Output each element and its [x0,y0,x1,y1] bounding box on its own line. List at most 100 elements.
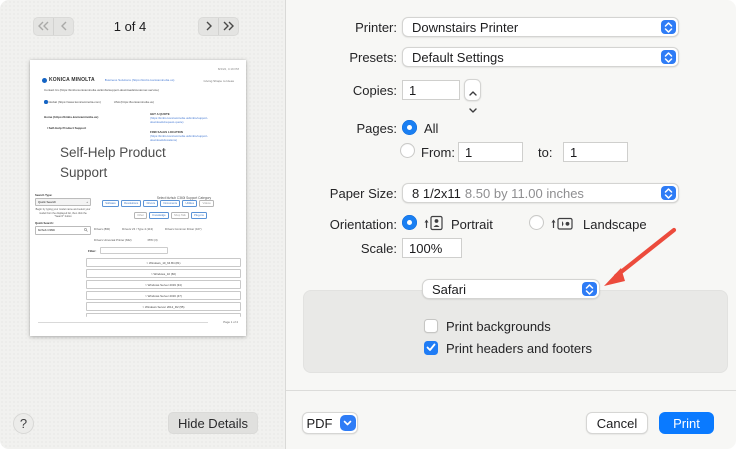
preview-timestamp: 8/4/22, 4:19 PM [218,67,239,71]
category-button: Videos [199,200,214,207]
portrait-orientation-icon [423,215,445,236]
print-headers-checkbox[interactable] [424,341,438,355]
list-item: > Windows_10_64 Bit (81) [86,258,241,267]
paper-size-detail: 8.50 by 11.00 inches [465,186,584,201]
help-button[interactable]: ? [13,413,34,434]
preview-footer-url [38,322,208,323]
list-item-partial [86,313,241,317]
up-down-chevrons-icon [661,20,676,34]
quick-search-field: bizhub C360i [35,226,91,235]
preview-global-link: Global (https://www.konicaminolta.com) U… [44,100,154,104]
preview-brand-row: KONICA MINOLTA Business Solutions (https… [42,77,174,83]
red-annotation-arrow [588,224,683,296]
preview-sidebar: Search Type: Quick Search ÷ Begin by typ… [35,193,91,235]
category-button: Knowledge [149,212,169,219]
preview-title: Self-Help Product Support [60,143,180,183]
portrait-label: Portrait [451,217,493,232]
print-button[interactable]: Print [659,412,714,434]
list-item: > Windows Server 2016 (47) [86,291,241,300]
printer-dropdown[interactable]: Downstairs Printer [402,17,679,37]
category-button: Software [102,200,119,207]
presets-dropdown[interactable]: Default Settings [402,47,679,67]
category-buttons-row2: Other Knowledge Shop Talk Plug-ins [134,212,207,219]
page-indicator: 1 of 4 [90,19,170,34]
copies-stepper[interactable] [464,79,481,101]
preview-brand: KONICA MINOLTA [49,77,95,83]
search-type-select: Quick Search ÷ [35,198,91,206]
orientation-label: Orientation: [282,217,397,232]
sidebar-help-text: Begin by typing your model name and sele… [35,208,91,218]
scale-input[interactable]: 100% [402,238,462,258]
pages-from-input[interactable]: 1 [458,142,523,162]
pdf-dropdown-button[interactable]: PDF [302,412,358,434]
app-section-dropdown[interactable]: Safari [422,279,600,299]
category-button: Plug-ins [191,212,207,219]
preview-contact-link: Contact Us (https://kmbs.konicaminolta.u… [44,88,159,92]
filter-label: Filter: [88,249,96,253]
pages-all-label: All [424,121,438,136]
chevron-up-icon [469,83,477,101]
next-page-button[interactable] [199,18,218,35]
preview-home-link: Home (https://kmbs.konicaminolta.us) [44,115,98,119]
category-button: Resolutions [121,200,141,207]
preview-breadcrumb: / Self-Help Product Support [47,126,86,130]
landscape-orientation-icon [550,216,574,236]
chevron-down-icon [340,415,356,431]
pager-forward-group [198,17,239,36]
cancel-button[interactable]: Cancel [586,412,648,434]
category-buttons-row1: Software Resolutions Drivers Documents U… [102,200,214,207]
double-chevron-right-icon [222,18,235,36]
footer-divider [286,390,736,391]
category-button: Other [134,212,147,219]
pages-from-radio[interactable] [400,143,415,158]
category-button: Shop Talk [171,212,189,219]
copies-input[interactable]: 1 [402,80,460,100]
filter-input [100,247,168,254]
konica-minolta-logo-icon [42,78,47,83]
driver-stats-row2: Drivers Universal Printer (842) PPD (3) [94,238,158,242]
paper-size-dropdown[interactable]: 8 1/2x11 8.50 by 11.00 inches [402,183,679,203]
preview-footer-page: Page 1 of 4 [223,320,238,324]
preview-usa-link: USA (https://konicaminolta.us) [114,100,154,104]
checkmark-icon [426,339,436,357]
magnifier-icon [84,228,88,233]
orientation-portrait-radio[interactable] [402,215,417,230]
print-backgrounds-label: Print backgrounds [446,319,551,334]
search-type-label: Search Type: [35,193,91,197]
pages-to-input[interactable]: 1 [563,142,628,162]
first-page-button[interactable] [34,18,53,35]
last-page-button[interactable] [218,18,238,35]
list-item: > Windows Server 2012_R2 (55) [86,302,241,311]
document-preview-page: 8/4/22, 4:19 PM KONICA MINOLTA Business … [30,60,246,336]
up-down-chevrons-icon [582,282,597,296]
driver-stats-row1: Drivers (800) Drivers V4 / Type 4 (113) … [94,227,202,231]
double-chevron-left-icon [37,18,50,36]
pages-to-label: to: [538,145,552,160]
pager-back-group [33,17,74,36]
scale-label: Scale: [282,241,397,256]
chevron-down-icon [469,101,477,119]
chevron-left-icon [60,18,68,36]
question-mark-icon: ? [20,416,27,431]
preview-quote-block: GET A QUOTE (https://kmbs.konicaminolta.… [150,112,208,124]
preview-sales-block: FIND SALES LOCATION (https://kmbs.konica… [150,130,208,142]
category-button: Utilities [182,200,197,207]
preview-pane: 1 of 4 8/4/22, 4:19 PM KONICA MINOLTA Bu… [0,0,285,449]
category-button: Documents [160,200,180,207]
pages-all-radio[interactable] [402,120,417,135]
list-item: > Windows Server 2019 (34) [86,280,241,289]
print-dialog: 1 of 4 8/4/22, 4:19 PM KONICA MINOLTA Bu… [0,0,736,449]
printer-label: Printer: [282,20,397,35]
print-backgrounds-checkbox[interactable] [424,319,438,333]
hide-details-button[interactable]: Hide Details [168,412,258,434]
globe-icon [44,100,48,104]
pages-label: Pages: [282,121,397,136]
up-down-chevrons-icon [661,50,676,64]
copies-label: Copies: [282,83,397,98]
paper-size-label: Paper Size: [282,186,397,201]
previous-page-button[interactable] [53,18,73,35]
print-headers-label: Print headers and footers [446,341,592,356]
chevron-right-icon [205,18,213,36]
orientation-landscape-radio[interactable] [529,215,544,230]
category-button: Drivers [143,200,158,207]
